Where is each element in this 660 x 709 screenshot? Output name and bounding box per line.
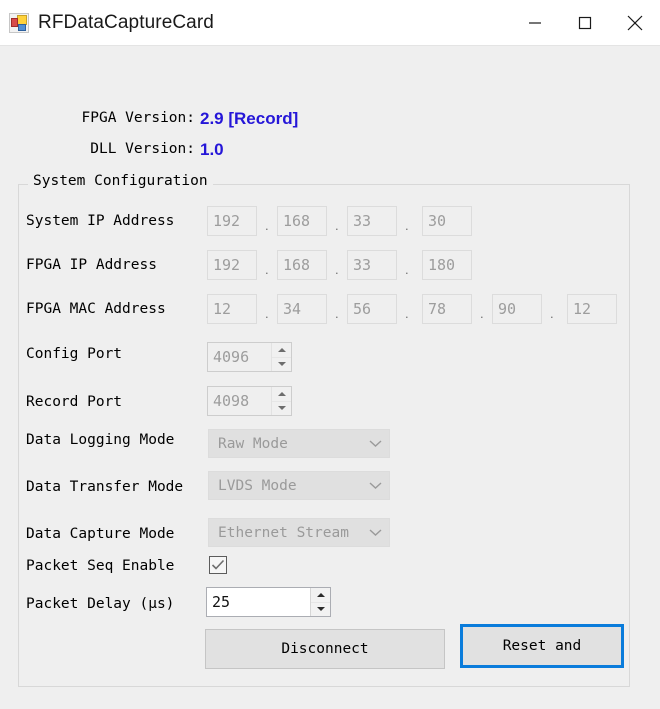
fpga-ip-octet-4[interactable]: 180	[422, 250, 472, 280]
fpga-ip-address-label: FPGA IP Address	[26, 257, 157, 273]
system-ip-address-label: System IP Address	[26, 213, 175, 229]
fpga-mac-octet-5[interactable]: 90	[492, 294, 542, 324]
triangle-down-icon	[277, 362, 286, 367]
config-port-spin-buttons[interactable]	[271, 343, 291, 371]
packet-delay-value[interactable]: 25	[207, 588, 310, 616]
record-port-spin-down-button[interactable]	[272, 401, 291, 415]
reset-and-button[interactable]: Reset and	[460, 624, 624, 668]
fpga-ip-separator-3: .	[405, 262, 409, 277]
fpga-mac-octet-4[interactable]: 78	[422, 294, 472, 324]
packet-delay-spin-down-button[interactable]	[311, 602, 330, 616]
system-ip-separator-1: .	[265, 218, 269, 233]
dll-version-label: DLL Version:	[90, 141, 195, 157]
chevron-down-icon	[361, 528, 389, 537]
config-port-label: Config Port	[26, 346, 123, 362]
fpga-mac-separator-3: .	[405, 306, 409, 321]
system-ip-octet-1[interactable]: 192	[207, 206, 257, 236]
close-button[interactable]	[610, 0, 660, 45]
fpga-version-value: 2.9 [Record]	[200, 109, 299, 128]
packet-seq-enable-checkbox[interactable]	[209, 556, 227, 574]
fpga-version-label: FPGA Version:	[81, 110, 196, 126]
packet-delay-spin-buttons[interactable]	[310, 588, 330, 616]
client-area: FPGA Version: 2.9 [Record] DLL Version: …	[0, 46, 660, 709]
triangle-up-icon	[277, 347, 286, 352]
maximize-icon	[578, 16, 592, 29]
minimize-icon	[529, 21, 541, 24]
fpga-mac-separator-4: .	[480, 306, 484, 321]
app-icon-blue-square	[18, 23, 26, 31]
packet-delay-label: Packet Delay (μs)	[26, 596, 175, 612]
data-capture-mode-dropdown[interactable]: Ethernet Stream	[208, 518, 390, 547]
title-bar: RFDataCaptureCard	[0, 0, 660, 46]
window-controls	[510, 0, 660, 45]
fpga-ip-octet-1[interactable]: 192	[207, 250, 257, 280]
dll-version-value: 1.0	[200, 140, 224, 159]
close-icon	[627, 15, 643, 30]
fpga-mac-octet-6[interactable]: 12	[567, 294, 617, 324]
record-port-label: Record Port	[26, 394, 123, 410]
fpga-ip-octet-2[interactable]: 168	[277, 250, 327, 280]
system-configuration-title: System Configuration	[28, 173, 213, 189]
fpga-ip-octet-3[interactable]: 33	[347, 250, 397, 280]
config-port-spin-down-button[interactable]	[272, 357, 291, 371]
triangle-down-icon	[316, 607, 325, 612]
fpga-mac-address-label: FPGA MAC Address	[26, 301, 166, 317]
fpga-ip-separator-1: .	[265, 262, 269, 277]
chevron-down-icon	[361, 439, 389, 448]
data-logging-mode-value: Raw Mode	[218, 435, 288, 452]
system-ip-octet-3[interactable]: 33	[347, 206, 397, 236]
app-icon-red-square	[11, 17, 18, 27]
fpga-mac-octet-3[interactable]: 56	[347, 294, 397, 324]
fpga-mac-octet-1[interactable]: 12	[207, 294, 257, 324]
checkmark-icon	[211, 559, 225, 570]
window-title: RFDataCaptureCard	[38, 11, 214, 33]
system-ip-octet-4[interactable]: 30	[422, 206, 472, 236]
maximize-button[interactable]	[560, 0, 610, 45]
record-port-spinner[interactable]: 4098	[207, 386, 292, 416]
system-ip-octet-2[interactable]: 168	[277, 206, 327, 236]
triangle-up-icon	[277, 391, 286, 396]
minimize-button[interactable]	[510, 0, 560, 45]
fpga-version-row: FPGA Version:	[60, 110, 196, 130]
fpga-version-value-wrap: 2.9 [Record]	[200, 109, 298, 129]
data-capture-mode-label: Data Capture Mode	[26, 526, 175, 542]
config-port-spin-up-button[interactable]	[272, 343, 291, 358]
app-icon	[9, 12, 29, 33]
fpga-mac-separator-2: .	[335, 306, 339, 321]
config-port-value[interactable]: 4096	[208, 343, 271, 371]
fpga-mac-separator-5: .	[550, 306, 554, 321]
data-logging-mode-dropdown[interactable]: Raw Mode	[208, 429, 390, 458]
data-capture-mode-value: Ethernet Stream	[218, 524, 349, 541]
packet-delay-spinner[interactable]: 25	[206, 587, 331, 617]
record-port-spin-up-button[interactable]	[272, 387, 291, 402]
chevron-down-icon	[361, 481, 389, 490]
system-ip-separator-2: .	[335, 218, 339, 233]
record-port-spin-buttons[interactable]	[271, 387, 291, 415]
data-logging-mode-label: Data Logging Mode	[26, 432, 175, 448]
dll-version-row: DLL Version:	[60, 141, 195, 161]
fpga-mac-separator-1: .	[265, 306, 269, 321]
fpga-mac-octet-2[interactable]: 34	[277, 294, 327, 324]
record-port-value[interactable]: 4098	[208, 387, 271, 415]
packet-seq-enable-label: Packet Seq Enable	[26, 558, 175, 574]
triangle-down-icon	[277, 406, 286, 411]
dll-version-value-wrap: 1.0	[200, 140, 224, 160]
disconnect-button[interactable]: Disconnect	[205, 629, 445, 669]
system-ip-separator-3: .	[405, 218, 409, 233]
config-port-spinner[interactable]: 4096	[207, 342, 292, 372]
data-transfer-mode-label: Data Transfer Mode	[26, 479, 184, 495]
fpga-ip-separator-2: .	[335, 262, 339, 277]
packet-delay-spin-up-button[interactable]	[311, 588, 330, 603]
data-transfer-mode-dropdown[interactable]: LVDS Mode	[208, 471, 390, 500]
data-transfer-mode-value: LVDS Mode	[218, 477, 297, 494]
triangle-up-icon	[316, 592, 325, 597]
